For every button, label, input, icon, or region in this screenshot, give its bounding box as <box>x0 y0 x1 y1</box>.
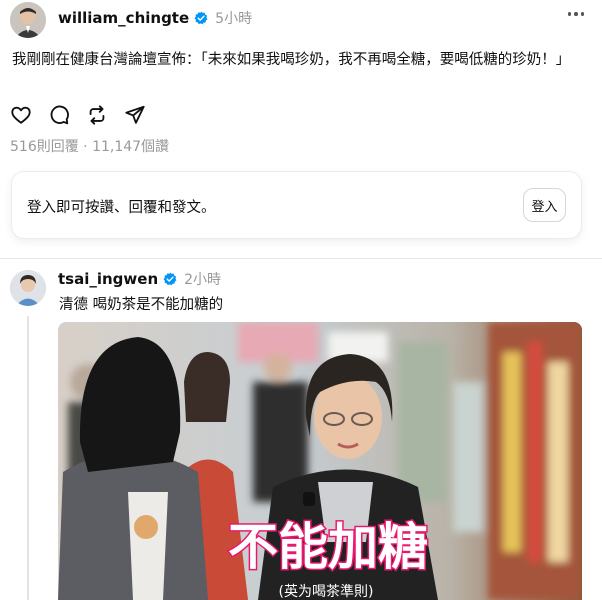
video-caption-main: 不能加糖 <box>228 518 428 576</box>
author-name[interactable]: william_chingte <box>58 9 189 27</box>
login-prompt-text: 登入即可按讚、回覆和發文。 <box>27 200 216 216</box>
author-username[interactable]: william_chingte 5小時 <box>58 8 252 28</box>
repost-icon[interactable] <box>86 104 108 126</box>
video-caption-sub: (英为喝茶準則) <box>279 583 374 600</box>
reply-author-avatar[interactable] <box>10 270 46 306</box>
verified-badge-icon <box>163 272 177 286</box>
share-send-icon[interactable] <box>124 104 146 126</box>
post-time[interactable]: 5小時 <box>215 8 252 28</box>
post-actions <box>10 104 146 126</box>
login-prompt-card: 登入即可按讚、回覆和發文。 登入 <box>12 172 581 238</box>
reply-text: 清德 喝奶茶是不能加糖的 <box>59 297 224 313</box>
divider <box>0 258 602 259</box>
reply-video[interactable]: 不能加糖 (英为喝茶準則) <box>58 322 582 600</box>
author-avatar[interactable] <box>10 2 46 38</box>
post-stats[interactable]: 516則回覆 · 11,147個讚 <box>10 136 169 156</box>
more-options-icon[interactable] <box>567 12 584 16</box>
reply-username[interactable]: tsai_ingwen 2小時 <box>58 269 221 289</box>
thread-line <box>27 316 29 600</box>
login-button[interactable]: 登入 <box>523 188 566 222</box>
reply-time[interactable]: 2小時 <box>184 269 221 289</box>
post-text: 我剛剛在健康台灣論壇宣佈：「未來如果我喝珍奶，我不再喝全糖，要喝低糖的珍奶！」 <box>12 52 571 68</box>
reply-author-name[interactable]: tsai_ingwen <box>58 270 158 288</box>
like-heart-icon[interactable] <box>10 104 32 126</box>
verified-badge-icon <box>194 11 208 25</box>
reply-comment-icon[interactable] <box>48 104 70 126</box>
